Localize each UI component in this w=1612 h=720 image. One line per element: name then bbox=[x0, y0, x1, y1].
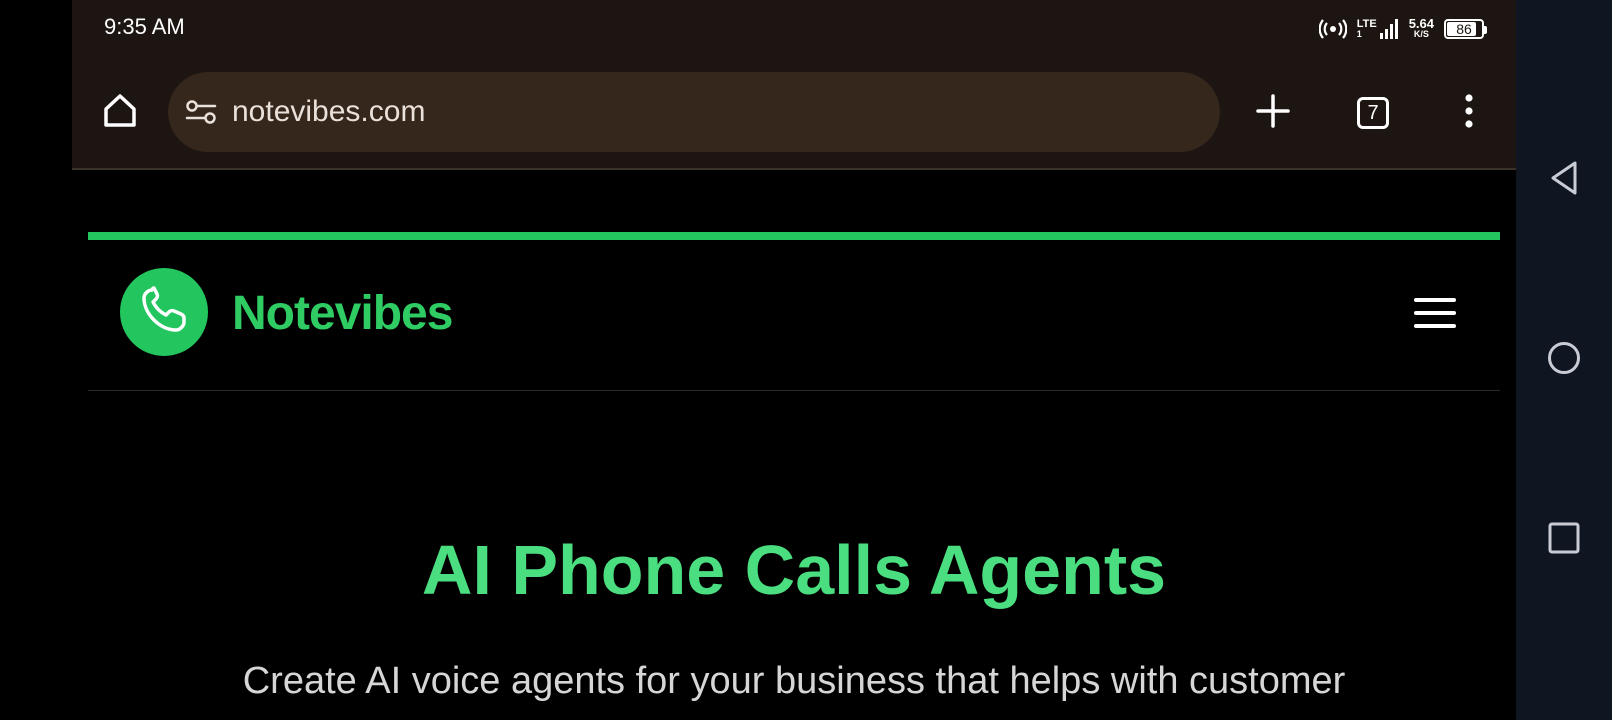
browser-window: 9:35 AM LTE 1 5.64 K/S 86 notevibes.com … bbox=[72, 0, 1516, 720]
back-button[interactable] bbox=[1542, 158, 1586, 202]
recents-icon bbox=[1547, 521, 1581, 560]
more-options-icon bbox=[1463, 93, 1475, 134]
left-edge-strip bbox=[0, 0, 72, 720]
menu-line bbox=[1414, 324, 1456, 328]
home-button[interactable] bbox=[96, 88, 144, 136]
hamburger-menu-button[interactable] bbox=[1414, 288, 1464, 338]
brand-name[interactable]: Notevibes bbox=[232, 286, 453, 341]
site-header: Notevibes bbox=[88, 240, 1500, 391]
hotspot-icon bbox=[1318, 18, 1347, 40]
signal-icon bbox=[1379, 18, 1399, 40]
back-icon bbox=[1547, 159, 1581, 202]
url-text: notevibes.com bbox=[232, 95, 426, 128]
tab-switcher-icon: 7 bbox=[1357, 97, 1389, 129]
menu-line bbox=[1414, 298, 1456, 302]
battery-icon: 86 bbox=[1444, 19, 1487, 39]
hero-title: AI Phone Calls Agents bbox=[421, 531, 1167, 609]
network-type: LTE 1 bbox=[1356, 18, 1377, 40]
status-icons: LTE 1 5.64 K/S 86 bbox=[1318, 12, 1487, 46]
browser-toolbar: notevibes.com 7 bbox=[72, 58, 1516, 170]
more-options-button[interactable] bbox=[1444, 88, 1494, 138]
accent-top-bar bbox=[88, 232, 1500, 240]
address-bar[interactable]: notevibes.com bbox=[168, 72, 1220, 152]
tab-count: 7 bbox=[1367, 101, 1379, 124]
menu-line bbox=[1414, 311, 1456, 315]
hero-subtitle: Create AI voice agents for your business… bbox=[242, 660, 1346, 702]
recents-button[interactable] bbox=[1542, 518, 1586, 562]
battery-level: 86 bbox=[1456, 21, 1472, 37]
brand-logo[interactable] bbox=[120, 268, 208, 356]
home-icon bbox=[100, 90, 140, 135]
net-speed: 5.64 K/S bbox=[1408, 16, 1434, 39]
home-nav-button[interactable] bbox=[1542, 338, 1586, 382]
new-tab-icon bbox=[1255, 93, 1291, 134]
screen: 9:35 AM LTE 1 5.64 K/S 86 notevibes.com … bbox=[0, 0, 1612, 720]
tab-switcher-button[interactable]: 7 bbox=[1348, 88, 1398, 138]
phone-icon bbox=[138, 284, 190, 341]
site-settings-icon[interactable] bbox=[184, 95, 218, 129]
new-tab-button[interactable] bbox=[1248, 88, 1298, 138]
web-content: Notevibes AI Phone Calls Agents Create A… bbox=[72, 170, 1516, 720]
status-time: 9:35 AM bbox=[104, 14, 185, 39]
system-nav-bar bbox=[1516, 0, 1612, 720]
status-bar: 9:35 AM LTE 1 5.64 K/S 86 bbox=[72, 0, 1516, 58]
home-circle-icon bbox=[1546, 340, 1582, 381]
